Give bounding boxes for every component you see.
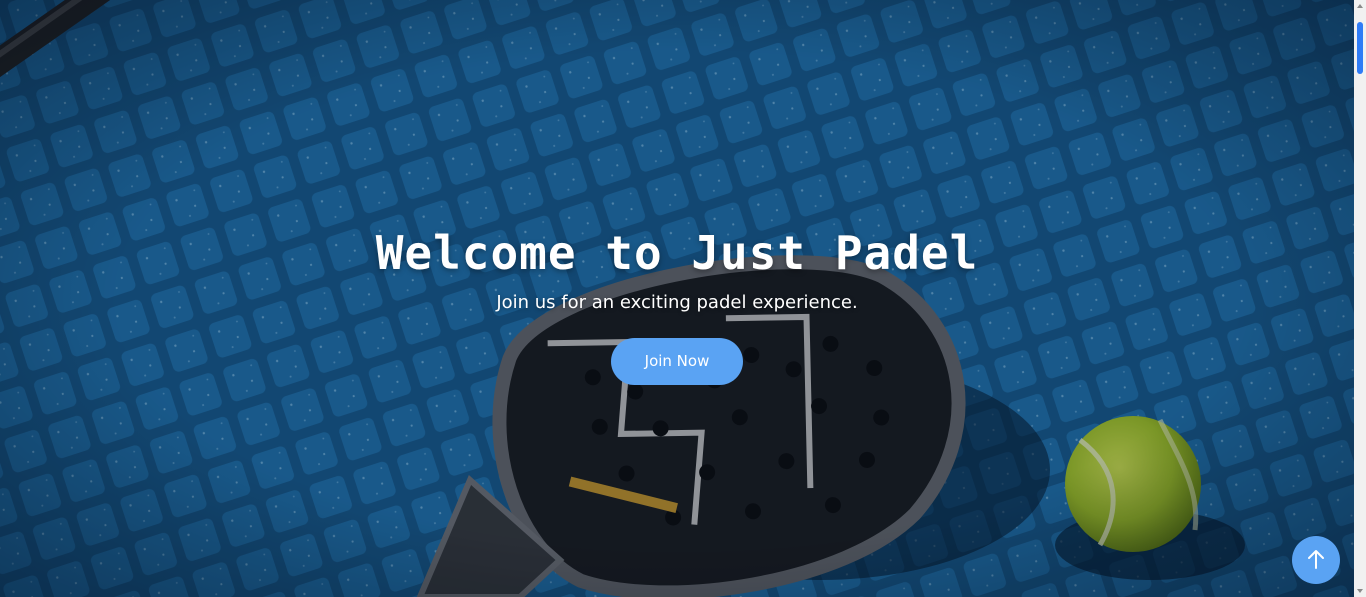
arrow-up-icon	[1306, 548, 1326, 573]
page-scrollbar[interactable]	[1354, 0, 1366, 597]
scroll-up-arrow-icon[interactable]	[1357, 4, 1363, 8]
scrollbar-thumb[interactable]	[1357, 22, 1363, 74]
join-now-button[interactable]: Join Now	[611, 338, 743, 385]
hero-content: Welcome to Just Padel Join us for an exc…	[0, 225, 1354, 385]
hero-section: Welcome to Just Padel Join us for an exc…	[0, 0, 1354, 597]
back-to-top-button[interactable]	[1292, 536, 1340, 584]
hero-subtitle: Join us for an exciting padel experience…	[496, 292, 858, 313]
hero-title: Welcome to Just Padel	[375, 226, 979, 280]
scroll-down-arrow-icon[interactable]	[1357, 589, 1363, 593]
